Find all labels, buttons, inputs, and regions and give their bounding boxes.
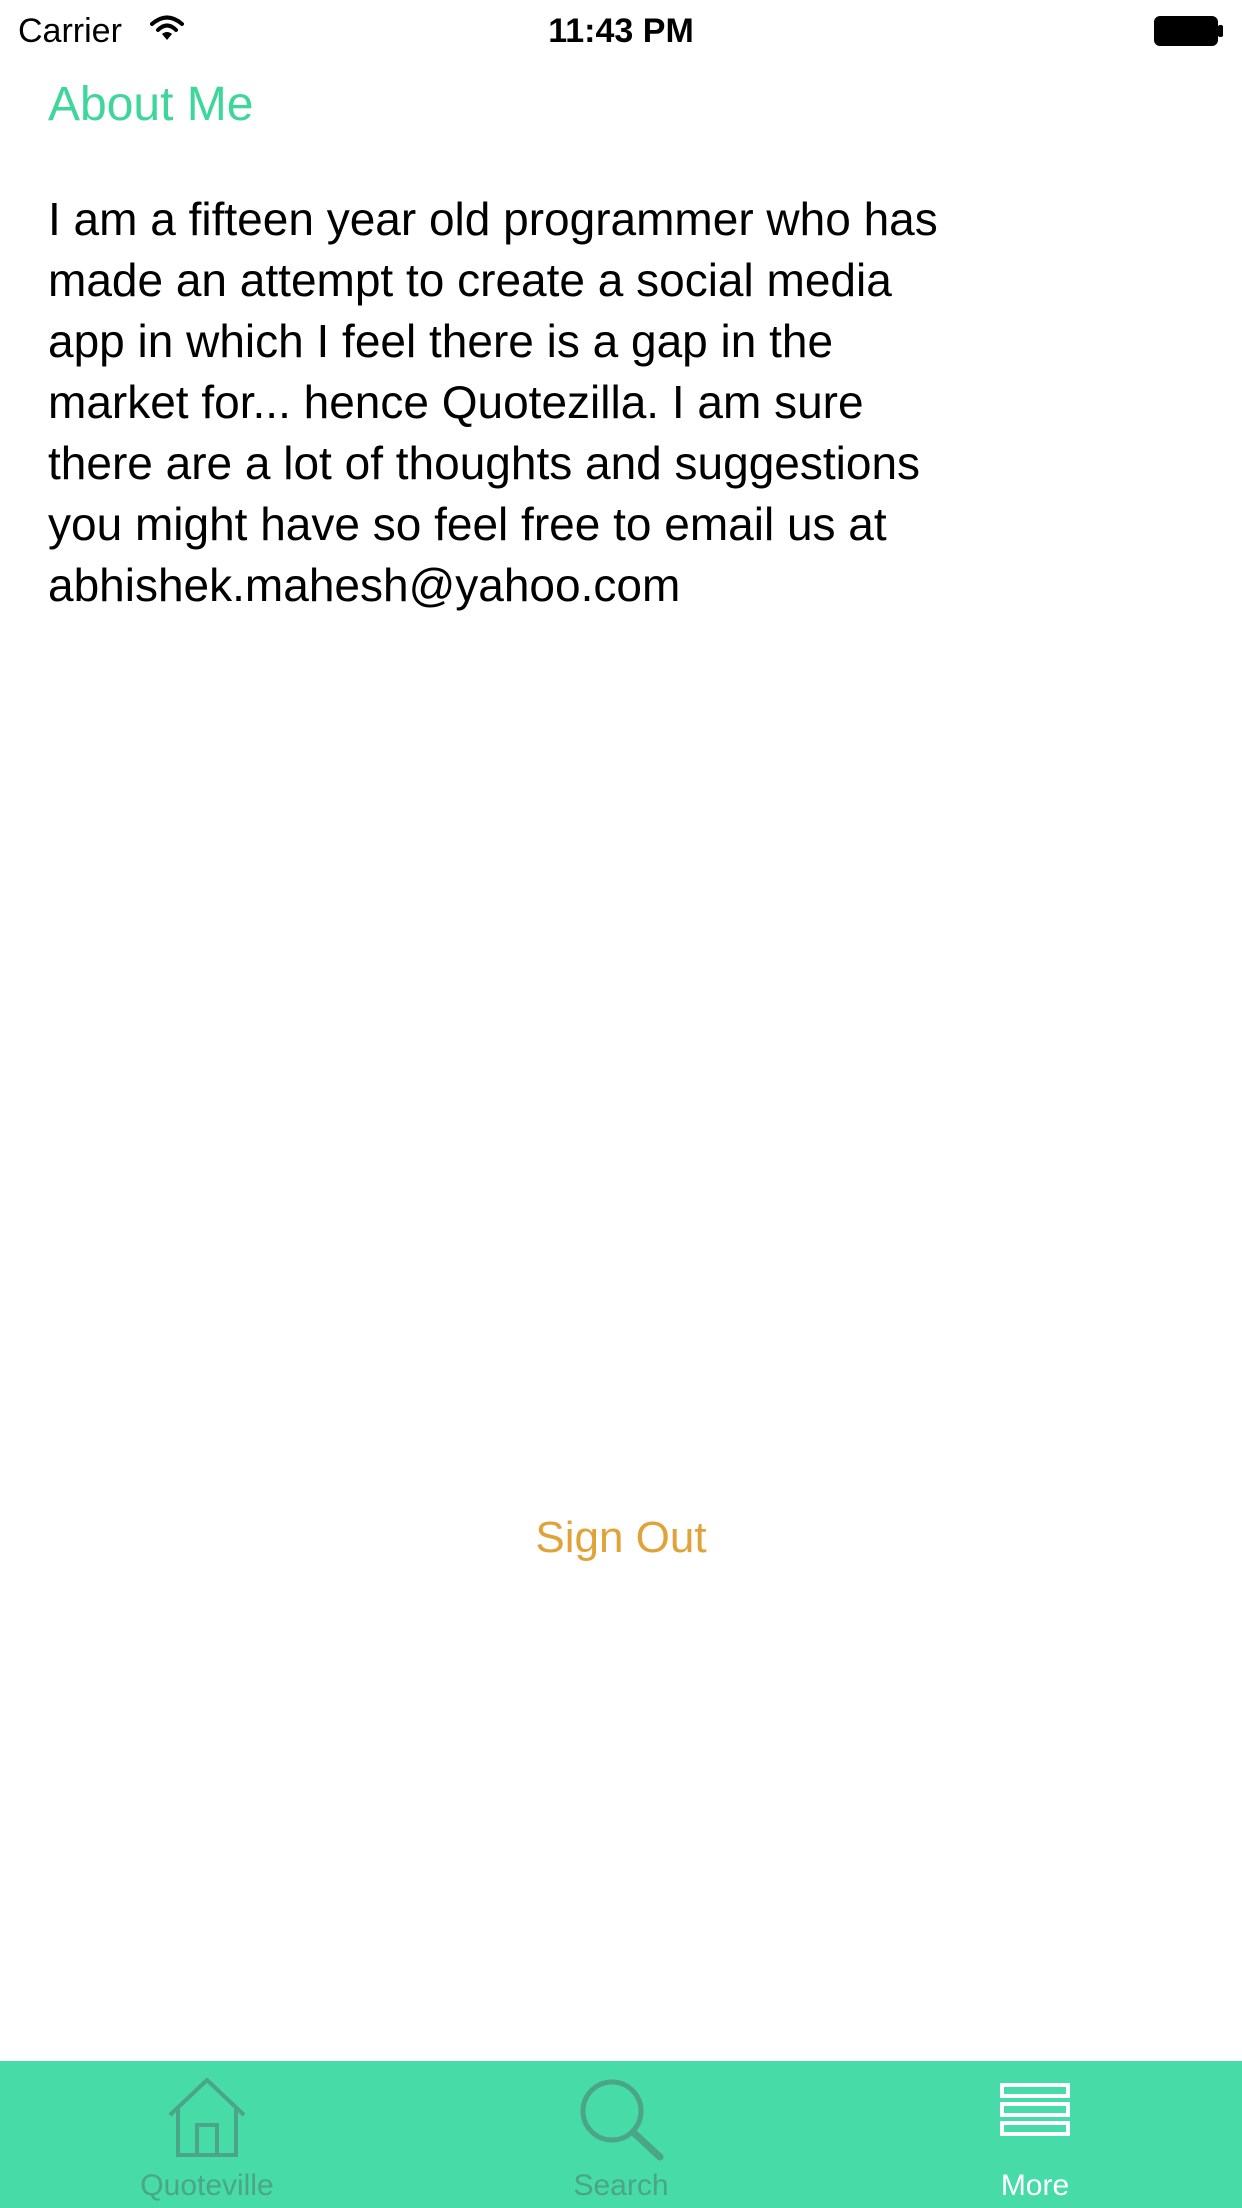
tab-bar: Quoteville Search More [0,2061,1242,2208]
status-time: 11:43 PM [548,12,694,50]
home-icon [168,2078,246,2157]
tab-label-more: More [1000,2169,1070,2202]
more-icon [1000,2083,1070,2136]
search-icon [580,2079,664,2161]
tab-quoteville[interactable]: Quoteville [0,2061,414,2208]
sign-out-button[interactable]: Sign Out [0,1508,1242,1568]
tab-label-search: Search [573,2169,669,2202]
status-bar: Carrier 11:43 PM [0,0,1242,62]
about-me-title: About Me [48,78,254,131]
tab-search[interactable]: Search [414,2061,828,2208]
tab-more[interactable]: More [828,2061,1242,2208]
about-me-text: I am a fifteen year old programmer who h… [48,193,938,611]
tab-label-quoteville: Quoteville [140,2169,274,2202]
battery-icon [1154,16,1223,46]
